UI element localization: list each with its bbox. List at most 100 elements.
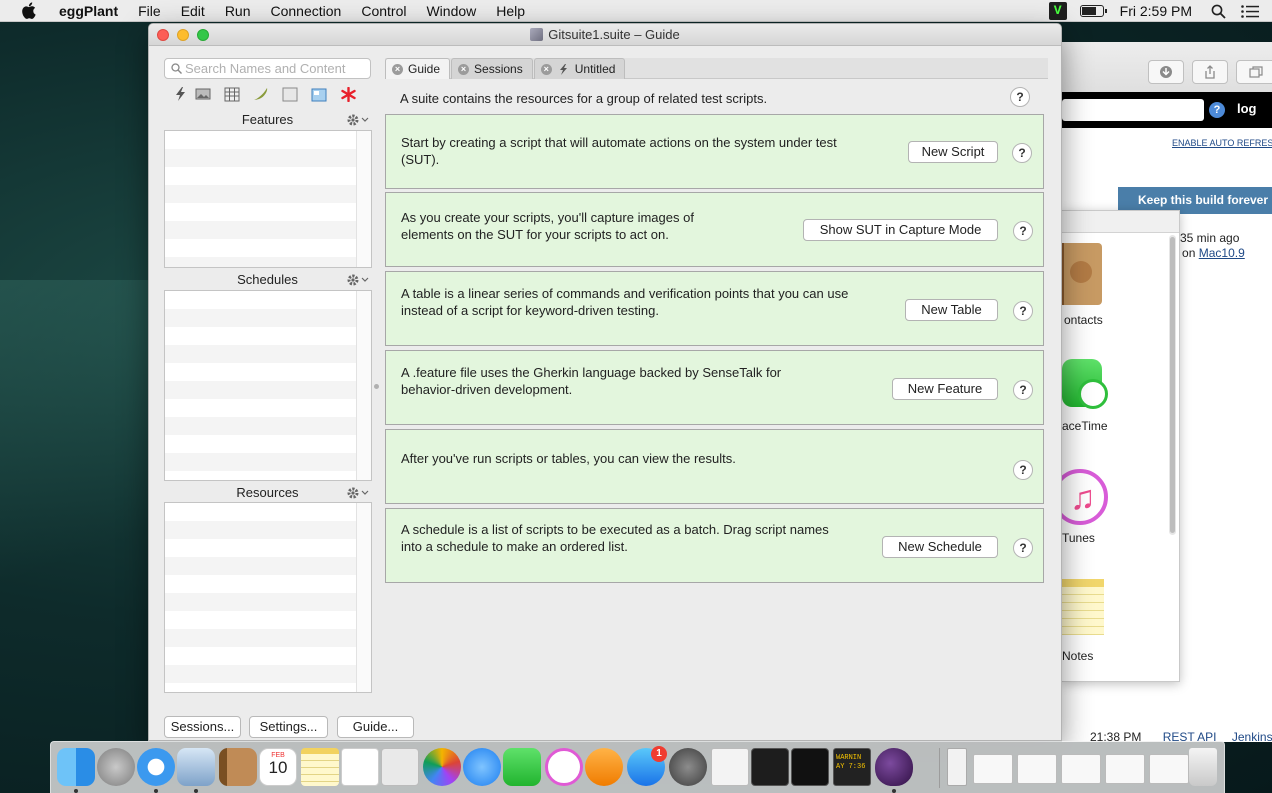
ibooks-icon[interactable] xyxy=(585,748,623,786)
help-button[interactable]: ? xyxy=(1010,87,1030,107)
menu-help[interactable]: Help xyxy=(486,0,535,22)
help-icon[interactable]: ? xyxy=(1209,102,1225,118)
facetime-dock-icon[interactable] xyxy=(503,748,541,786)
tab-sessions[interactable]: × Sessions xyxy=(451,58,533,79)
window-titlebar[interactable]: Gitsuite1.suite – Guide xyxy=(149,24,1061,46)
sidebar-splitter-handle[interactable] xyxy=(374,384,379,389)
applications-scrollbar[interactable] xyxy=(1169,235,1176,535)
mail-icon[interactable] xyxy=(177,748,215,786)
calendar-icon[interactable]: FEB 10 xyxy=(259,748,297,786)
contacts-dock-icon[interactable] xyxy=(219,748,257,786)
search-names-input[interactable] xyxy=(185,61,365,76)
settings-button[interactable]: Settings... xyxy=(249,716,328,738)
jenkins-version-link[interactable]: Jenkins ver. 1.6 xyxy=(1232,730,1272,744)
features-gear-icon[interactable] xyxy=(345,111,369,129)
close-tab-icon[interactable]: × xyxy=(540,63,552,75)
preview-icon[interactable] xyxy=(381,748,419,786)
scripts-filter-icon[interactable] xyxy=(169,84,191,104)
status-menu-badge[interactable]: V xyxy=(1048,2,1067,20)
photos-icon[interactable] xyxy=(423,748,461,786)
help-button[interactable]: ? xyxy=(1013,221,1033,241)
features-list-scrollbar[interactable] xyxy=(356,131,371,267)
download-icon[interactable] xyxy=(1148,60,1184,84)
menu-run[interactable]: Run xyxy=(215,0,261,22)
guide-intro-text: A suite contains the resources for a gro… xyxy=(400,91,768,106)
all-items-filter-icon[interactable] xyxy=(337,84,359,104)
tabs-overview-icon[interactable] xyxy=(1236,60,1272,84)
menu-control[interactable]: Control xyxy=(351,0,416,22)
resources-list-scrollbar[interactable] xyxy=(356,503,371,692)
notes-dock-icon[interactable] xyxy=(301,748,339,786)
messages-icon[interactable] xyxy=(463,748,501,786)
tab-sessions-label: Sessions xyxy=(474,62,523,76)
safari-icon[interactable] xyxy=(137,748,175,786)
app-notes[interactable]: Notes xyxy=(1062,579,1170,663)
schedules-filter-icon[interactable] xyxy=(279,84,301,104)
reminders-icon[interactable] xyxy=(341,748,379,786)
schedules-section-title: Schedules xyxy=(237,272,298,287)
new-feature-button[interactable]: New Feature xyxy=(892,378,998,400)
system-preferences-icon[interactable] xyxy=(669,748,707,786)
schedules-list-scrollbar[interactable] xyxy=(356,291,371,480)
help-button[interactable]: ? xyxy=(1013,301,1033,321)
new-script-button[interactable]: New Script xyxy=(908,141,998,163)
terminal-icon[interactable] xyxy=(791,748,829,786)
app-contacts[interactable]: ontacts xyxy=(1062,243,1170,327)
build-node-info: n on Mac10.9 xyxy=(1172,246,1245,260)
menu-connection[interactable]: Connection xyxy=(261,0,352,22)
share-icon[interactable] xyxy=(1192,60,1228,84)
launchpad-icon[interactable] xyxy=(97,748,135,786)
close-tab-icon[interactable]: × xyxy=(458,63,470,75)
resources-list[interactable] xyxy=(164,502,372,693)
minimized-window-thumbnail[interactable] xyxy=(1105,754,1145,784)
schedules-list[interactable] xyxy=(164,290,372,481)
app-facetime[interactable]: aceTime xyxy=(1062,359,1170,433)
help-button[interactable]: ? xyxy=(1013,460,1033,480)
trash-icon[interactable] xyxy=(1189,748,1217,786)
sessions-button[interactable]: Sessions... xyxy=(164,716,241,738)
search-field[interactable] xyxy=(164,58,371,79)
minimized-window-thumbnail[interactable] xyxy=(973,754,1013,784)
minimized-window-thumbnail[interactable] xyxy=(1149,754,1189,784)
images-filter-icon[interactable] xyxy=(192,84,214,104)
jenkins-search-input[interactable] xyxy=(1062,99,1204,121)
tab-untitled[interactable]: × Untitled xyxy=(533,58,626,79)
resources-filter-icon[interactable] xyxy=(308,84,330,104)
text-edit-icon[interactable] xyxy=(711,748,749,786)
itunes-dock-icon[interactable] xyxy=(545,748,583,786)
resources-gear-icon[interactable] xyxy=(345,484,369,502)
tables-filter-icon[interactable] xyxy=(221,84,243,104)
schedules-gear-icon[interactable] xyxy=(345,271,369,289)
guide-button[interactable]: Guide... xyxy=(337,716,414,738)
notification-center-icon[interactable] xyxy=(1240,0,1260,22)
minimized-window-thumbnail[interactable] xyxy=(1017,754,1057,784)
help-button[interactable]: ? xyxy=(1012,143,1032,163)
menu-app-name[interactable]: eggPlant xyxy=(53,0,128,22)
menu-file[interactable]: File xyxy=(128,0,171,22)
battery-icon[interactable] xyxy=(1079,5,1107,17)
enable-auto-refresh-link[interactable]: ENABLE AUTO REFRES xyxy=(1172,138,1272,148)
minimized-window-thumbnail[interactable] xyxy=(1061,754,1101,784)
tab-guide[interactable]: × Guide xyxy=(385,58,451,79)
app-itunes[interactable]: ♫ Tunes xyxy=(1062,469,1170,545)
downloads-stack-icon[interactable] xyxy=(947,748,967,786)
menu-edit[interactable]: Edit xyxy=(171,0,215,22)
help-button[interactable]: ? xyxy=(1013,538,1033,558)
spotlight-search-icon[interactable] xyxy=(1208,0,1228,22)
show-sut-capture-mode-button[interactable]: Show SUT in Capture Mode xyxy=(803,219,998,241)
build-node-link[interactable]: Mac10.9 xyxy=(1199,246,1245,260)
eggplant-dock-icon[interactable] xyxy=(875,748,913,786)
login-link[interactable]: log xyxy=(1237,101,1257,116)
new-schedule-button[interactable]: New Schedule xyxy=(882,536,998,558)
menubar-clock[interactable]: Fri 2:59 PM xyxy=(1120,3,1192,19)
features-list[interactable] xyxy=(164,130,372,268)
features-filter-icon[interactable] xyxy=(250,84,272,104)
help-button[interactable]: ? xyxy=(1013,380,1033,400)
close-tab-icon[interactable]: × xyxy=(392,63,403,75)
activity-monitor-icon[interactable] xyxy=(751,748,789,786)
new-table-button[interactable]: New Table xyxy=(905,299,998,321)
menu-window[interactable]: Window xyxy=(416,0,486,22)
console-icon[interactable]: WARNIN AY 7:36 xyxy=(833,748,871,786)
apple-menu-icon[interactable] xyxy=(18,0,38,22)
finder-icon[interactable] xyxy=(57,748,95,786)
